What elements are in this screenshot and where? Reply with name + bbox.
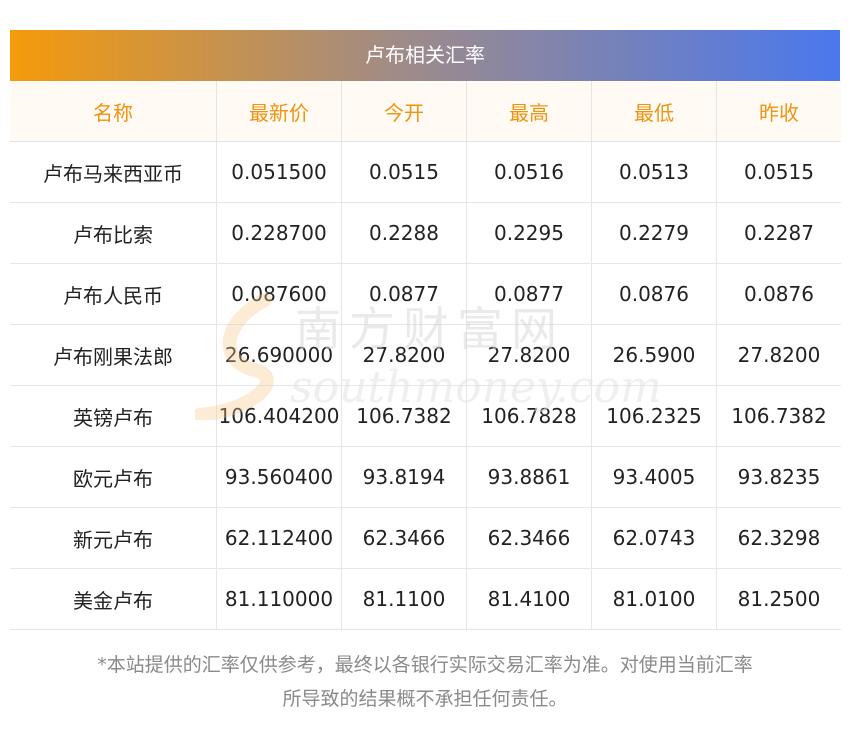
cell-high: 93.8861 [466,446,592,508]
cell-latest: 81.110000 [216,568,342,630]
disclaimer-line-1: *本站提供的汇率仅供参考，最终以各银行实际交易汇率为准。对使用当前汇率 [97,654,753,676]
cell-open: 0.2288 [341,202,467,264]
cell-high: 106.7828 [466,385,592,447]
cell-name: 卢布人民币 [10,263,217,325]
header-low: 最低 [591,81,717,142]
header-latest: 最新价 [216,81,342,142]
cell-prev-close: 93.8235 [716,446,841,508]
cell-name: 卢布比索 [10,202,217,264]
cell-open: 0.0877 [341,263,467,325]
cell-prev-close: 62.3298 [716,507,841,569]
cell-low: 26.5900 [591,324,717,386]
cell-open: 27.8200 [341,324,467,386]
cell-prev-close: 27.8200 [716,324,841,386]
cell-latest: 106.404200 [216,385,342,447]
cell-latest: 26.690000 [216,324,342,386]
cell-low: 62.0743 [591,507,717,569]
cell-prev-close: 81.2500 [716,568,841,630]
disclaimer-line-2: 所导致的结果概不承担任何责任。 [282,688,568,710]
cell-name: 卢布刚果法郎 [10,324,217,386]
header-high: 最高 [466,81,592,142]
table-title: 卢布相关汇率 [365,43,485,67]
table-row: 欧元卢布 93.560400 93.8194 93.8861 93.4005 9… [10,446,841,508]
cell-low: 93.4005 [591,446,717,508]
table-row: 英镑卢布 106.404200 106.7382 106.7828 106.23… [10,385,841,447]
cell-low: 0.0876 [591,263,717,325]
table-row: 卢布比索 0.228700 0.2288 0.2295 0.2279 0.228… [10,202,841,264]
cell-low: 106.2325 [591,385,717,447]
table-row: 卢布刚果法郎 26.690000 27.8200 27.8200 26.5900… [10,324,841,386]
cell-latest: 0.051500 [216,141,342,203]
cell-open: 0.0515 [341,141,467,203]
cell-low: 81.0100 [591,568,717,630]
cell-name: 美金卢布 [10,568,217,630]
cell-latest: 93.560400 [216,446,342,508]
table-row: 美金卢布 81.110000 81.1100 81.4100 81.0100 8… [10,568,841,630]
cell-prev-close: 106.7382 [716,385,841,447]
cell-open: 62.3466 [341,507,467,569]
cell-open: 93.8194 [341,446,467,508]
cell-prev-close: 0.0515 [716,141,841,203]
table-row: 卢布马来西亚币 0.051500 0.0515 0.0516 0.0513 0.… [10,141,841,203]
cell-high: 0.2295 [466,202,592,264]
cell-high: 81.4100 [466,568,592,630]
table-row: 卢布人民币 0.087600 0.0877 0.0877 0.0876 0.08… [10,263,841,325]
exchange-rate-card: 卢布相关汇率 名称 最新价 今开 最高 最低 昨收 卢布马来西亚币 0.0515… [10,30,841,630]
cell-low: 0.0513 [591,141,717,203]
exchange-rate-table: 名称 最新价 今开 最高 最低 昨收 卢布马来西亚币 0.051500 0.05… [10,81,841,630]
cell-prev-close: 0.2287 [716,202,841,264]
header-prev-close: 昨收 [716,81,841,142]
cell-open: 81.1100 [341,568,467,630]
cell-high: 0.0877 [466,263,592,325]
cell-prev-close: 0.0876 [716,263,841,325]
cell-high: 0.0516 [466,141,592,203]
cell-open: 106.7382 [341,385,467,447]
table-row: 新元卢布 62.112400 62.3466 62.3466 62.0743 6… [10,507,841,569]
cell-name: 新元卢布 [10,507,217,569]
cell-high: 27.8200 [466,324,592,386]
cell-latest: 62.112400 [216,507,342,569]
disclaimer-note: *本站提供的汇率仅供参考，最终以各银行实际交易汇率为准。对使用当前汇率 所导致的… [0,648,850,716]
cell-name: 英镑卢布 [10,385,217,447]
table-title-banner: 卢布相关汇率 [10,30,840,81]
cell-name: 欧元卢布 [10,446,217,508]
cell-name: 卢布马来西亚币 [10,141,217,203]
header-name: 名称 [10,81,217,142]
cell-low: 0.2279 [591,202,717,264]
cell-high: 62.3466 [466,507,592,569]
header-open: 今开 [341,81,467,142]
cell-latest: 0.087600 [216,263,342,325]
table-header-row: 名称 最新价 今开 最高 最低 昨收 [10,81,841,142]
cell-latest: 0.228700 [216,202,342,264]
